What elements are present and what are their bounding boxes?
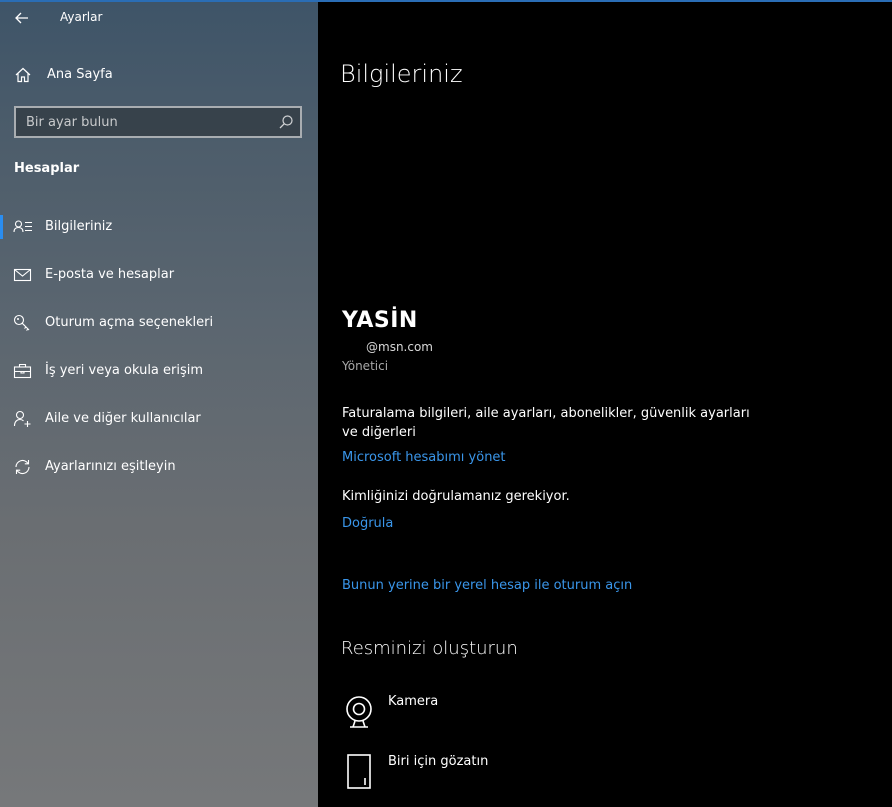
sidebar-item-label: E-posta ve hesaplar bbox=[45, 267, 175, 282]
back-arrow-icon bbox=[15, 12, 28, 24]
page-title: Bilgileriniz bbox=[340, 60, 463, 88]
active-indicator bbox=[0, 215, 3, 239]
sidebar: Ayarlar Ana Sayfa Hesaplar Bilgileriniz … bbox=[0, 0, 318, 807]
section-title: Hesaplar bbox=[14, 161, 80, 176]
add-person-icon bbox=[13, 410, 31, 427]
billing-description: Faturalama bilgileri, aile ayarları, abo… bbox=[342, 406, 750, 440]
search-icon[interactable] bbox=[278, 114, 294, 130]
camera-option-label: Kamera bbox=[388, 694, 439, 709]
sidebar-item-email-accounts[interactable]: E-posta ve hesaplar bbox=[0, 255, 318, 295]
sidebar-item-home[interactable]: Ana Sayfa bbox=[0, 62, 318, 90]
picture-section-title: Resminizi oluşturun bbox=[341, 638, 518, 659]
camera-option[interactable]: Kamera bbox=[342, 694, 642, 734]
key-icon bbox=[13, 314, 30, 331]
sync-icon bbox=[15, 459, 30, 475]
home-icon bbox=[15, 67, 31, 83]
sidebar-item-label: Bilgileriniz bbox=[45, 219, 113, 234]
browse-option[interactable]: Biri için gözatın bbox=[342, 754, 642, 794]
sidebar-item-label: Ayarlarınızı eşitleyin bbox=[45, 459, 176, 474]
mail-icon bbox=[13, 268, 32, 282]
search-box[interactable] bbox=[14, 106, 302, 138]
sidebar-item-label: Aile ve diğer kullanıcılar bbox=[45, 411, 201, 426]
sidebar-item-family-users[interactable]: Aile ve diğer kullanıcılar bbox=[0, 399, 318, 439]
sidebar-item-work-school[interactable]: İş yeri veya okula erişim bbox=[0, 351, 318, 391]
sidebar-item-home-label: Ana Sayfa bbox=[47, 67, 113, 82]
user-email-domain: @msn.com bbox=[366, 340, 433, 354]
person-list-icon bbox=[13, 220, 32, 233]
verify-link[interactable]: Doğrula bbox=[342, 516, 393, 531]
browse-option-label: Biri için gözatın bbox=[388, 754, 489, 769]
camera-icon bbox=[346, 696, 372, 728]
title-bar: Ayarlar bbox=[0, 0, 318, 36]
manage-account-link[interactable]: Microsoft hesabımı yönet bbox=[342, 450, 506, 465]
verify-description: Kimliğinizi doğrulamanız gerekiyor. bbox=[342, 489, 570, 504]
back-button[interactable] bbox=[8, 6, 36, 30]
user-name: YASİN bbox=[342, 308, 418, 333]
main-content: Bilgileriniz YASİN @msn.com Yönetici Fat… bbox=[318, 0, 892, 807]
briefcase-icon bbox=[13, 363, 32, 379]
sidebar-item-label: Oturum açma seçenekleri bbox=[45, 315, 214, 330]
sidebar-item-label: İş yeri veya okula erişim bbox=[45, 363, 204, 378]
local-account-link[interactable]: Bunun yerine bir yerel hesap ile oturum … bbox=[342, 578, 632, 593]
sidebar-item-your-info[interactable]: Bilgileriniz bbox=[0, 207, 318, 247]
sidebar-item-sync-settings[interactable]: Ayarlarınızı eşitleyin bbox=[0, 447, 318, 487]
window-top-border bbox=[0, 0, 892, 2]
search-input[interactable] bbox=[16, 108, 274, 136]
user-email: @msn.com bbox=[342, 340, 433, 354]
browse-icon bbox=[347, 754, 371, 789]
app-title: Ayarlar bbox=[60, 10, 103, 24]
user-role: Yönetici bbox=[342, 359, 389, 373]
sidebar-item-sign-in-options[interactable]: Oturum açma seçenekleri bbox=[0, 303, 318, 343]
